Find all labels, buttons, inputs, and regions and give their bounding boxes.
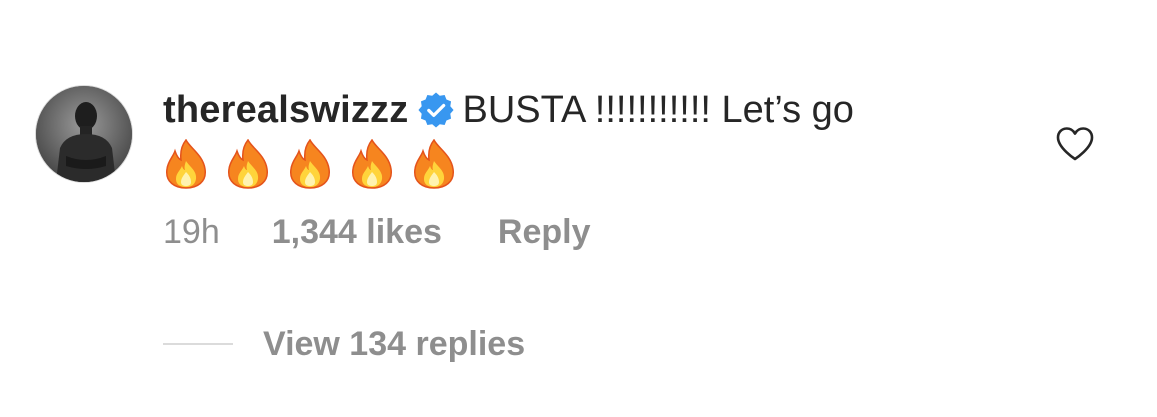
reply-button[interactable]: Reply [498,210,591,254]
comment-body: therealswizzz BUSTA !!!!!!!!!!! Let’s go [163,86,1023,190]
view-replies-button[interactable]: View 134 replies [163,322,525,366]
replies-divider [163,343,233,345]
emoji-row [163,138,1023,190]
fire-emoji-icon [411,138,457,189]
avatar[interactable] [35,85,133,183]
verified-badge-icon [418,92,455,128]
comment-meta: 19h 1,344 likes Reply [163,210,590,254]
fire-emoji-icon [349,138,395,189]
comment-text: BUSTA !!!!!!!!!!! Let’s go [462,89,854,131]
like-heart-icon[interactable] [1055,126,1095,162]
fire-emoji-icon [225,138,271,189]
fire-emoji-icon [287,138,333,189]
comment-item: therealswizzz BUSTA !!!!!!!!!!! Let’s go [0,0,1157,417]
avatar-photo [36,86,132,182]
comment-line: therealswizzz BUSTA !!!!!!!!!!! Let’s go [163,86,1023,134]
view-replies-label: View 134 replies [263,325,526,363]
username-link[interactable]: therealswizzz [163,86,408,134]
likes-count-link[interactable]: 1,344 likes [272,210,442,254]
timestamp[interactable]: 19h [163,210,220,254]
fire-emoji-icon [163,138,209,189]
